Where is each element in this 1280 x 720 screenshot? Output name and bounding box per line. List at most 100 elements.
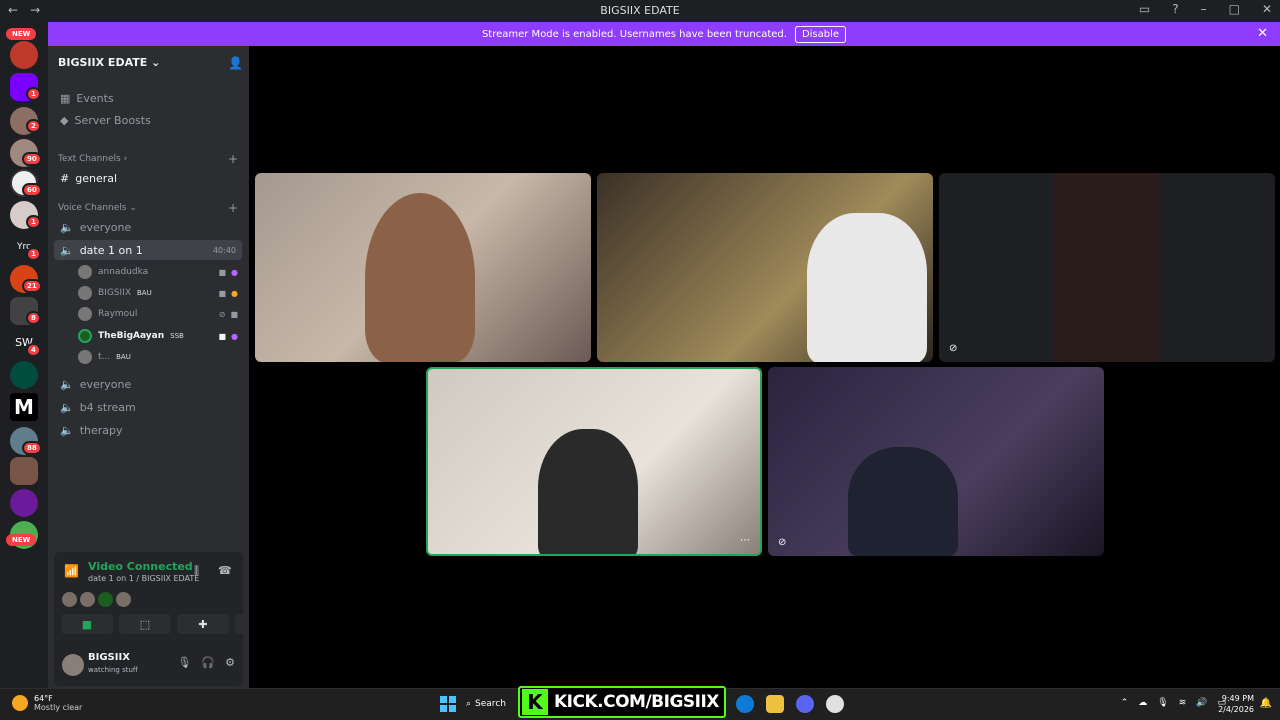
- camera-button[interactable]: ■: [61, 614, 113, 634]
- wifi-icon[interactable]: ≋: [1179, 698, 1187, 708]
- speaker-icon: 🔈: [60, 423, 74, 437]
- notification-bell-icon[interactable]: 🔔: [1260, 698, 1272, 709]
- banner-close-icon[interactable]: ✕: [1257, 26, 1268, 41]
- settings-gear-icon[interactable]: ⚙: [225, 656, 235, 669]
- discord-icon[interactable]: [796, 695, 814, 713]
- noise-suppression-icon[interactable]: ⫼: [194, 564, 199, 578]
- voice-user-name: annadudka: [98, 267, 149, 277]
- inbox-icon[interactable]: ▭: [1139, 2, 1150, 16]
- voice-channel-therapy[interactable]: 🔈 therapy: [54, 420, 242, 440]
- mention-badge: 2: [26, 119, 41, 133]
- voice-user[interactable]: annadudka ■ ●: [78, 263, 238, 281]
- add-voice-channel-icon[interactable]: +: [228, 201, 238, 215]
- voice-user[interactable]: Raymoul ⊘ ■: [78, 305, 238, 323]
- close-icon[interactable]: ✕: [1262, 2, 1272, 16]
- guild-tag: BAU: [116, 353, 131, 361]
- microphone-icon[interactable]: 🎙: [1157, 698, 1168, 708]
- calendar-icon: ▦: [60, 92, 71, 105]
- mention-badge: 1: [26, 87, 41, 101]
- maximize-icon[interactable]: □: [1229, 2, 1240, 16]
- voice-channel-everyone[interactable]: 🔈 everyone: [54, 217, 242, 237]
- username[interactable]: BIGSIIX: [88, 652, 130, 663]
- more-options-icon[interactable]: ⋯: [740, 535, 750, 546]
- disconnect-icon[interactable]: ☎: [218, 564, 232, 577]
- edge-icon[interactable]: [736, 695, 754, 713]
- voice-channel-everyone-2[interactable]: 🔈 everyone: [54, 374, 242, 394]
- voice-user[interactable]: t... BAU: [78, 348, 238, 366]
- video-tile-speaking[interactable]: ⋯: [426, 367, 762, 556]
- participant-video: [807, 213, 927, 362]
- window-controls: ▭ ? – □ ✕: [1139, 2, 1272, 16]
- participant-video: [365, 193, 475, 362]
- microphone-icon[interactable]: 🎙: [177, 656, 191, 669]
- guild-tag: BAU: [137, 289, 152, 297]
- add-member-icon[interactable]: 👤: [228, 56, 243, 70]
- channel-label: date 1 on 1: [79, 243, 143, 257]
- server-icon[interactable]: [10, 41, 38, 69]
- mention-badge: 1: [26, 215, 41, 229]
- voice-channels-category[interactable]: Voice Channels ⌄: [58, 203, 137, 213]
- voice-channel-date-1-on-1[interactable]: 🔈 date 1 on 1 40:40: [54, 240, 242, 260]
- new-badge: NEW: [6, 534, 37, 546]
- disable-button[interactable]: Disable: [794, 25, 847, 43]
- avatar: [62, 592, 77, 607]
- activity-icon: ●: [231, 288, 238, 298]
- help-icon[interactable]: ?: [1172, 2, 1178, 16]
- windows-start-icon[interactable]: [440, 696, 456, 712]
- video-tile[interactable]: [255, 173, 591, 362]
- voice-channel-b4-stream[interactable]: 🔈 b4 stream: [54, 397, 242, 417]
- camera-icon: ■: [218, 267, 227, 277]
- mention-badge: 60: [22, 183, 42, 197]
- video-tile[interactable]: ⊘: [768, 367, 1104, 556]
- camera-icon: ■: [218, 288, 227, 298]
- server-icon[interactable]: M: [10, 393, 38, 421]
- signal-icon[interactable]: 📶: [64, 564, 79, 578]
- minimize-icon[interactable]: –: [1201, 2, 1207, 16]
- server-icon[interactable]: [10, 489, 38, 517]
- video-tile[interactable]: [597, 173, 933, 362]
- headphones-icon[interactable]: 🎧: [201, 656, 215, 669]
- volume-icon[interactable]: 🔊: [1196, 698, 1207, 708]
- server-boosts-row[interactable]: ◆ Server Boosts: [60, 114, 151, 127]
- banner-text: Streamer Mode is enabled. Usernames have…: [481, 28, 787, 40]
- voice-user[interactable]: BIGSIIX BAU ■ ●: [78, 284, 238, 302]
- text-channels-category[interactable]: Text Channels ›: [58, 154, 127, 164]
- kick-logo-icon: K: [522, 689, 548, 715]
- avatar: [98, 592, 113, 607]
- channel-label: b4 stream: [79, 400, 136, 414]
- server-icon[interactable]: [10, 361, 38, 389]
- voice-user-name: t...: [98, 352, 111, 362]
- taskbar-search[interactable]: ⌕ Search: [466, 694, 506, 714]
- chevron-up-icon[interactable]: ⌃: [1121, 698, 1129, 708]
- channel-sidebar: BIGSIIX EDATE ⌄ 👤 ▦ Events ◆ Server Boosts…: [48, 46, 287, 688]
- voice-user[interactable]: TheBigAayan SSB ■ ●: [78, 327, 238, 345]
- text-channel-general[interactable]: # general: [54, 168, 242, 188]
- speaker-icon: 🔈: [60, 243, 74, 257]
- events-row[interactable]: ▦ Events: [60, 92, 114, 105]
- server-name[interactable]: BIGSIIX EDATE ⌄: [58, 56, 160, 69]
- add-text-channel-icon[interactable]: +: [228, 152, 238, 166]
- clock[interactable]: 9:49 PM 2/4/2026: [1218, 693, 1254, 715]
- screen-share-button[interactable]: ⬚: [119, 614, 171, 634]
- app-icon[interactable]: [826, 695, 844, 713]
- weather-widget[interactable]: 64°F Mostly clear: [12, 694, 82, 712]
- category-label: Text Channels: [58, 154, 121, 164]
- avatar: [116, 592, 131, 607]
- activities-button[interactable]: ✚: [177, 614, 229, 634]
- participant-avatars: [62, 592, 131, 607]
- server-name-text: BIGSIIX EDATE: [58, 56, 148, 69]
- avatar: [78, 307, 92, 321]
- cloud-icon[interactable]: ☁: [1138, 698, 1147, 708]
- server-icon[interactable]: [10, 457, 38, 485]
- channel-label: general: [75, 171, 118, 185]
- avatar[interactable]: [62, 654, 84, 676]
- chevron-down-icon: ⌄: [151, 56, 161, 69]
- system-tray: ⌃ ☁ 🎙 ≋ 🔊 ▭: [1121, 698, 1226, 708]
- voice-location[interactable]: date 1 on 1 / BIGSIIX EDATE: [88, 574, 199, 583]
- store-icon[interactable]: [766, 695, 784, 713]
- weather-desc: Mostly clear: [34, 703, 83, 712]
- clock-time: 9:49 PM: [1221, 694, 1254, 703]
- voice-user-name: TheBigAayan: [98, 331, 165, 341]
- video-tile[interactable]: ⊘: [939, 173, 1275, 362]
- events-label: Events: [76, 92, 114, 105]
